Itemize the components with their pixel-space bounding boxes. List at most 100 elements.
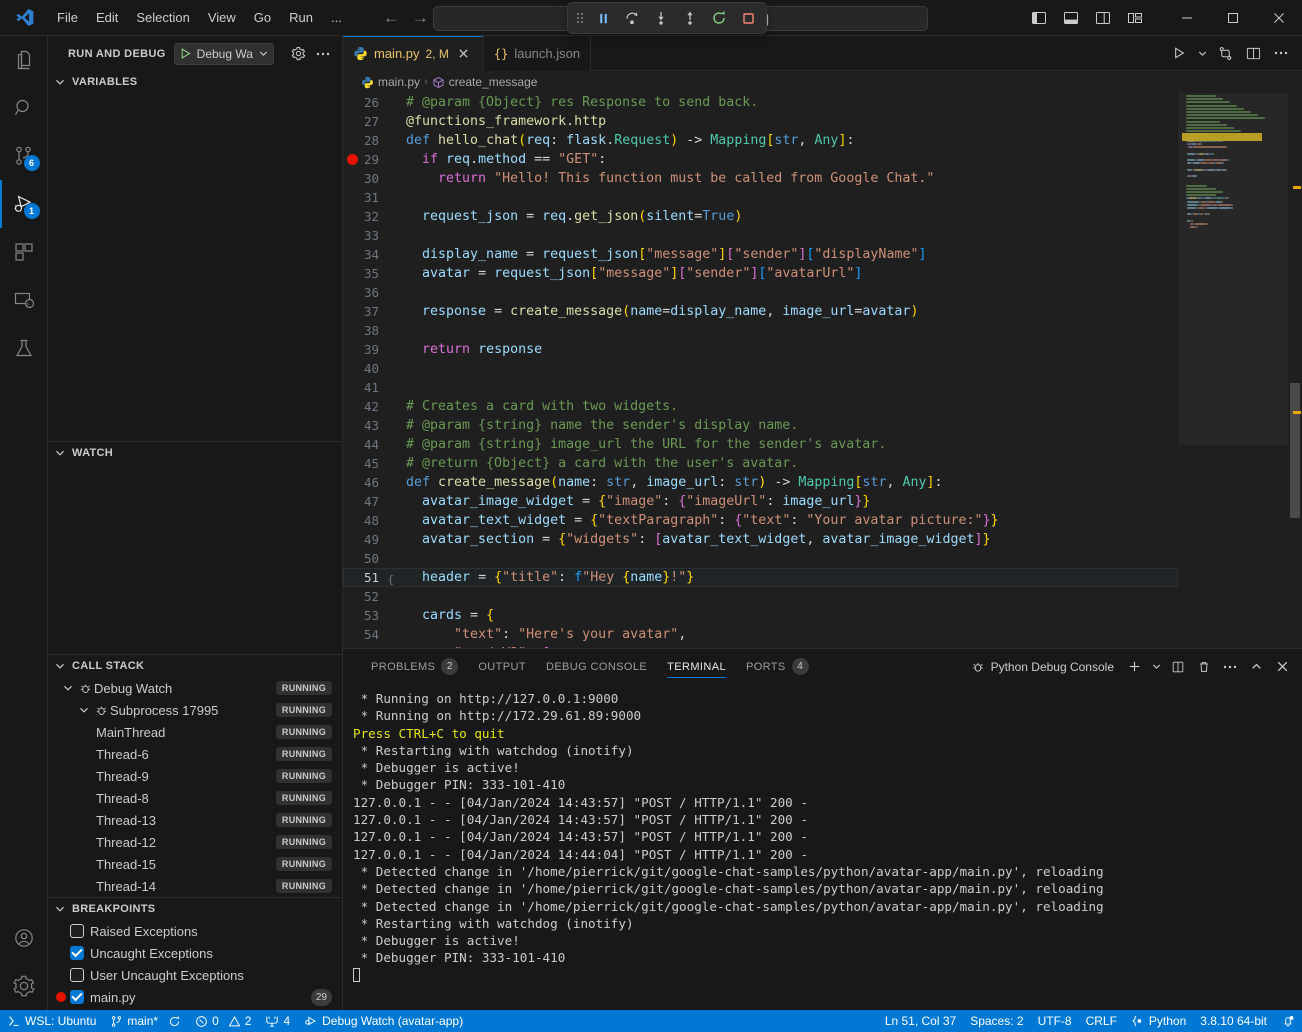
watch-pane-header[interactable]: WATCH	[48, 442, 342, 464]
tab-ports[interactable]: PORTS 4	[736, 649, 819, 684]
code-line[interactable]: 48 avatar_text_widget = {"textParagraph"…	[343, 511, 1178, 530]
source-control-compare-icon[interactable]	[1212, 40, 1238, 66]
status-language-mode[interactable]: Python	[1124, 1010, 1193, 1032]
code-line[interactable]: 45# @return {Object} a card with the use…	[343, 454, 1178, 473]
code-line[interactable]: 52	[343, 587, 1178, 606]
run-options-chevron-down-icon[interactable]	[1194, 40, 1210, 66]
tab-main-py[interactable]: main.py 2, M	[343, 36, 484, 71]
close-panel-icon[interactable]	[1270, 655, 1294, 679]
breadcrumb-file[interactable]: main.py	[361, 75, 420, 89]
status-ports[interactable]: 4	[258, 1010, 297, 1032]
code-line[interactable]: 42# Creates a card with two widgets.	[343, 397, 1178, 416]
kill-terminal-trash-icon[interactable]	[1192, 655, 1216, 679]
menu-edit[interactable]: Edit	[87, 6, 127, 29]
code-line[interactable]: 30 return "Hello! This function must be …	[343, 169, 1178, 188]
callstack-row-thread-14[interactable]: Thread-14 RUNNING	[48, 875, 342, 897]
menu-more[interactable]: ...	[322, 6, 351, 29]
debug-step-over-button[interactable]	[619, 6, 645, 30]
sidebar-more-actions-icon[interactable]	[312, 43, 334, 65]
start-debugging-icon[interactable]	[175, 47, 197, 60]
callstack-row-debug-watch[interactable]: Debug Watch RUNNING	[48, 677, 342, 699]
status-python-version[interactable]: 3.8.10 64-bit	[1193, 1010, 1274, 1032]
debug-configuration-select[interactable]: Debug Wa	[174, 43, 274, 65]
checkbox[interactable]	[70, 946, 84, 960]
menu-run[interactable]: Run	[280, 6, 322, 29]
callstack-row-thread-12[interactable]: Thread-12 RUNNING	[48, 831, 342, 853]
status-problems[interactable]: 0 2	[188, 1010, 258, 1032]
code-line[interactable]: 32 request_json = req.get_json(silent=Tr…	[343, 207, 1178, 226]
code-line[interactable]: 39 return response	[343, 340, 1178, 359]
menu-bar[interactable]: File Edit Selection View Go Run ...	[48, 6, 351, 29]
code-line[interactable]: 47 avatar_image_widget = {"image": {"ima…	[343, 492, 1178, 511]
chevron-down-icon[interactable]	[60, 682, 76, 694]
breakpoint-row-raised-exceptions[interactable]: Raised Exceptions	[48, 920, 342, 942]
code-line[interactable]: 53 cards = {	[343, 606, 1178, 625]
panel-more-actions-icon[interactable]	[1218, 655, 1242, 679]
menu-selection[interactable]: Selection	[127, 6, 198, 29]
code-line[interactable]: 28def hello_chat(req: flask.Request) -> …	[343, 131, 1178, 150]
editor-more-actions-icon[interactable]	[1268, 40, 1294, 66]
breakpoint-dot-icon[interactable]	[347, 154, 358, 165]
code-line[interactable]: 55 "cardsV2": [	[343, 644, 1178, 648]
code-line[interactable]: 26# @param {Object} res Response to send…	[343, 93, 1178, 112]
code-line[interactable]: 38	[343, 321, 1178, 340]
minimap-slider[interactable]	[1178, 93, 1288, 445]
debug-toolbar-drag-handle[interactable]	[573, 11, 587, 25]
tab-output[interactable]: OUTPUT	[468, 649, 536, 684]
activitybar-item-explorer[interactable]	[0, 36, 48, 84]
callstack-row-thread-8[interactable]: Thread-8 RUNNING	[48, 787, 342, 809]
activitybar-item-remote-explorer[interactable]: >_	[0, 276, 48, 324]
chevron-down-icon[interactable]	[76, 704, 92, 716]
tab-debug-console[interactable]: DEBUG CONSOLE	[536, 649, 657, 684]
breakpoints-pane-header[interactable]: BREAKPOINTS	[48, 898, 342, 920]
close-button[interactable]	[1256, 0, 1302, 36]
callstack-row-thread-15[interactable]: Thread-15 RUNNING	[48, 853, 342, 875]
status-cursor-position[interactable]: Ln 51, Col 37	[878, 1010, 963, 1032]
activitybar-item-search[interactable]	[0, 84, 48, 132]
variables-pane-header[interactable]: VARIABLES	[48, 71, 342, 93]
activitybar-item-testing[interactable]	[0, 324, 48, 372]
activitybar-item-source-control[interactable]: 6	[0, 132, 48, 180]
editor-vertical-scrollbar[interactable]	[1288, 93, 1302, 648]
active-terminal-selector[interactable]: Python Debug Console	[965, 655, 1120, 679]
go-forward-icon[interactable]: →	[412, 9, 429, 26]
callstack-row-mainthread[interactable]: MainThread RUNNING	[48, 721, 342, 743]
callstack-row-thread-13[interactable]: Thread-13 RUNNING	[48, 809, 342, 831]
code-editor[interactable]: 26# @param {Object} res Response to send…	[343, 93, 1178, 648]
toggle-secondary-sidebar-icon[interactable]	[1088, 3, 1118, 33]
status-debug-session[interactable]: Debug Watch (avatar-app)	[297, 1010, 470, 1032]
debug-restart-button[interactable]	[706, 6, 732, 30]
callstack-row-thread-6[interactable]: Thread-6 RUNNING	[48, 743, 342, 765]
toggle-panel-icon[interactable]	[1056, 3, 1086, 33]
new-terminal-icon[interactable]	[1122, 655, 1146, 679]
status-notifications[interactable]	[1274, 1010, 1302, 1032]
close-icon[interactable]	[455, 45, 473, 63]
status-git-branch[interactable]: main*	[103, 1010, 188, 1032]
breadcrumb-symbol[interactable]: create_message	[432, 75, 538, 89]
callstack-row-thread-9[interactable]: Thread-9 RUNNING	[48, 765, 342, 787]
code-line[interactable]: 54 "text": "Here's your avatar",	[343, 625, 1178, 644]
checkbox[interactable]	[70, 968, 84, 982]
checkbox[interactable]	[70, 924, 84, 938]
checkbox[interactable]	[70, 990, 84, 1004]
go-back-icon[interactable]: ←	[383, 9, 400, 26]
status-eol[interactable]: CRLF	[1079, 1010, 1124, 1032]
code-line[interactable]: 43# @param {string} name the sender's di…	[343, 416, 1178, 435]
code-line[interactable]: 50	[343, 549, 1178, 568]
run-python-file-button[interactable]	[1166, 40, 1192, 66]
breakpoint-row-main-py[interactable]: main.py 29	[48, 986, 342, 1008]
breakpoint-row-user-uncaught-exceptions[interactable]: User Uncaught Exceptions	[48, 964, 342, 986]
tab-terminal[interactable]: TERMINAL	[657, 649, 736, 684]
menu-file[interactable]: File	[48, 6, 87, 29]
activitybar-item-manage[interactable]	[0, 962, 48, 1010]
code-line[interactable]: 40	[343, 359, 1178, 378]
menu-view[interactable]: View	[199, 6, 245, 29]
status-remote-wsl[interactable]: WSL: Ubuntu	[0, 1010, 103, 1032]
code-line[interactable]: 33	[343, 226, 1178, 245]
debug-step-into-button[interactable]	[648, 6, 674, 30]
status-encoding[interactable]: UTF-8	[1031, 1010, 1079, 1032]
status-indentation[interactable]: Spaces: 2	[963, 1010, 1030, 1032]
callstack-row-subprocess[interactable]: Subprocess 17995 RUNNING	[48, 699, 342, 721]
debug-stop-button[interactable]	[735, 6, 761, 30]
code-line[interactable]: 35 avatar = request_json["message"]["sen…	[343, 264, 1178, 283]
